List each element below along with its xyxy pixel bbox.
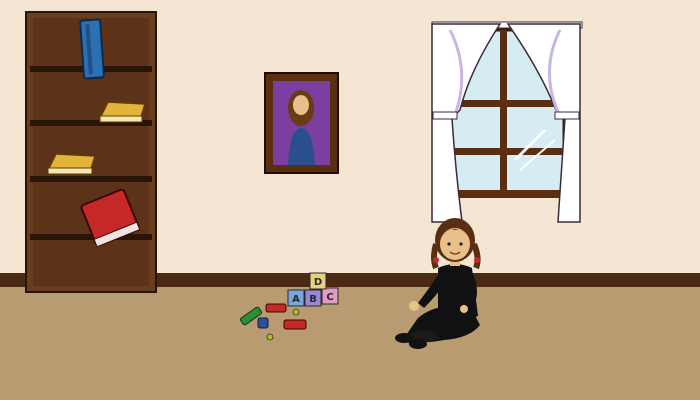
block-letter-d: D <box>314 277 322 288</box>
floor <box>0 287 700 400</box>
blue-book <box>79 18 105 80</box>
bedroom-scene: A B C D <box>0 0 700 400</box>
toy-bead <box>266 333 274 341</box>
toy-bead <box>292 308 300 316</box>
bookshelf <box>25 11 157 293</box>
block-letter-c: C <box>326 292 333 303</box>
toy-block-blue <box>257 317 269 329</box>
yellow-book <box>98 101 147 123</box>
block-letter-b: B <box>309 294 317 305</box>
yellow-book <box>46 153 97 175</box>
toy-block-red <box>283 319 307 330</box>
framed-portrait <box>264 72 339 174</box>
window <box>431 21 583 223</box>
toy-block-red <box>265 303 287 313</box>
block-letter-a: A <box>292 294 300 305</box>
